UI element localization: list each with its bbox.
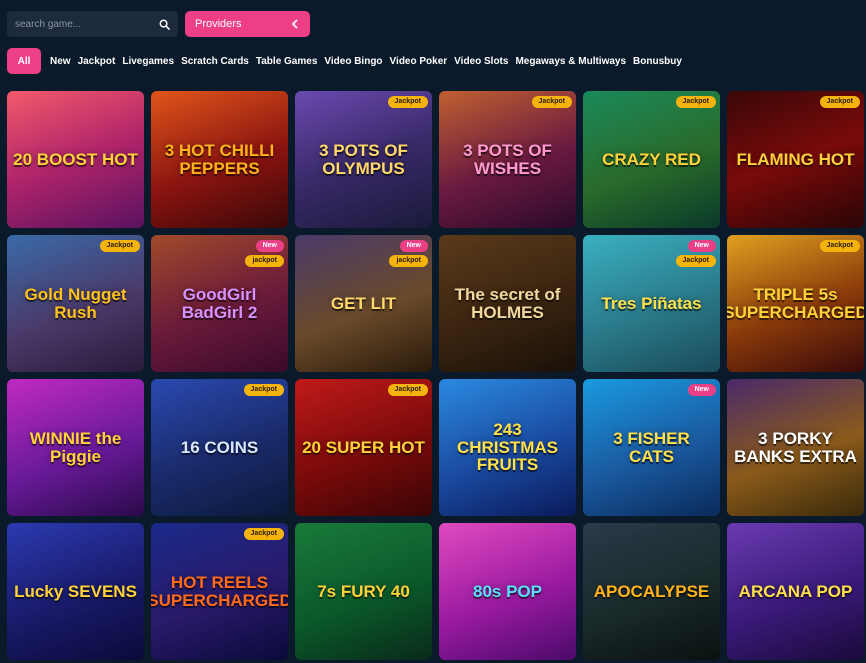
game-title: Gold Nugget Rush	[24, 284, 127, 322]
game-title: GET LIT	[330, 293, 397, 313]
providers-label: Providers	[195, 18, 242, 30]
game-card[interactable]: HOT REELS SUPERCHARGED Jackpot	[151, 523, 288, 660]
game-card[interactable]: Tres Piñatas New Jackpot	[583, 235, 720, 372]
new-badge: New	[255, 240, 284, 252]
game-card[interactable]: 20 SUPER HOT Jackpot	[295, 379, 432, 516]
new-badge: New	[687, 240, 716, 252]
jackpot-badge: Jackpot	[675, 96, 716, 108]
game-grid: 20 BOOST HOT 3 HOT CHILLI PEPPERS 3 POTS O…	[7, 91, 864, 660]
game-card[interactable]: 80s POP	[439, 523, 576, 660]
jackpot-badge: Jackpot	[99, 240, 140, 252]
tab-scratch-cards[interactable]: Scratch Cards	[181, 56, 249, 67]
game-title: 20 SUPER HOT	[302, 437, 425, 457]
game-card[interactable]: 3 PORKY BANKS EXTRA	[727, 379, 864, 516]
game-card[interactable]: 7s FURY 40	[295, 523, 432, 660]
jackpot-badge: jackpot	[389, 255, 428, 267]
tab-jackpot[interactable]: Jackpot	[78, 56, 116, 67]
tab-megaways-multiways[interactable]: Megaways & Multiways	[515, 56, 626, 67]
new-badge: New	[399, 240, 428, 252]
game-card[interactable]: APOCALYPSE	[583, 523, 720, 660]
game-card[interactable]: 3 HOT CHILLI PEPPERS	[151, 91, 288, 228]
category-tabs: All New Jackpot Livegames Scratch Cards Table…	[7, 48, 689, 74]
search-box[interactable]	[7, 11, 178, 37]
top-bar: Providers	[7, 11, 310, 37]
game-title: 80s POP	[473, 581, 542, 601]
jackpot-badge: Jackpot	[675, 255, 716, 267]
game-title: 3 POTS OF OLYMPUS	[319, 140, 408, 178]
jackpot-badge: jackpot	[245, 255, 284, 267]
tab-video-poker[interactable]: Video Poker	[390, 56, 448, 67]
game-title: 3 FISHER CATS	[613, 428, 690, 466]
jackpot-badge: Jackpot	[819, 96, 860, 108]
game-card[interactable]: FLAMING HOT Jackpot	[727, 91, 864, 228]
game-card[interactable]: TRIPLE 5s SUPERCHARGED Jackpot	[727, 235, 864, 372]
game-card[interactable]: Gold Nugget Rush Jackpot	[7, 235, 144, 372]
game-title: GoodGirl BadGirl 2	[181, 284, 258, 322]
game-card[interactable]: GET LIT New jackpot	[295, 235, 432, 372]
game-title: 3 HOT CHILLI PEPPERS	[164, 140, 275, 178]
game-card[interactable]: 3 POTS OF OLYMPUS Jackpot	[295, 91, 432, 228]
game-title: ARCANA POP	[738, 581, 853, 601]
jackpot-badge: Jackpot	[819, 240, 860, 252]
game-card[interactable]: CRAZY RED Jackpot	[583, 91, 720, 228]
game-title: The secret of HOLMES	[454, 284, 561, 322]
game-title: 16 COINS	[180, 437, 259, 457]
jackpot-badge: Jackpot	[243, 384, 284, 396]
tab-bonusbuy[interactable]: Bonusbuy	[633, 56, 682, 67]
game-title: WINNIE the Piggie	[29, 428, 122, 466]
jackpot-badge: Jackpot	[387, 384, 428, 396]
game-title: 3 PORKY BANKS EXTRA	[734, 428, 857, 466]
game-card[interactable]: Lucky SEVENS	[7, 523, 144, 660]
tab-livegames[interactable]: Livegames	[122, 56, 174, 67]
game-card[interactable]: GoodGirl BadGirl 2 New jackpot	[151, 235, 288, 372]
jackpot-badge: Jackpot	[531, 96, 572, 108]
game-card[interactable]: 243 CHRISTMAS FRUITS	[439, 379, 576, 516]
game-title: Lucky SEVENS	[14, 581, 137, 601]
search-input[interactable]	[15, 18, 145, 30]
game-title: 20 BOOST HOT	[13, 149, 138, 169]
game-title: 7s FURY 40	[317, 581, 410, 601]
search-icon[interactable]	[158, 18, 170, 30]
tab-new[interactable]: New	[50, 56, 71, 67]
tab-all[interactable]: All	[7, 48, 41, 74]
tab-video-slots[interactable]: Video Slots	[454, 56, 508, 67]
game-card[interactable]: ARCANA POP	[727, 523, 864, 660]
game-title: HOT REELS SUPERCHARGED	[151, 572, 288, 610]
game-title: APOCALYPSE	[593, 581, 710, 601]
game-title: FLAMING HOT	[736, 149, 855, 169]
tab-video-bingo[interactable]: Video Bingo	[324, 56, 382, 67]
jackpot-badge: Jackpot	[243, 528, 284, 540]
providers-dropdown[interactable]: Providers	[185, 11, 310, 37]
game-card[interactable]: The secret of HOLMES	[439, 235, 576, 372]
game-title: Tres Piñatas	[601, 293, 702, 313]
game-card[interactable]: 3 POTS OF WISHES Jackpot	[439, 91, 576, 228]
chevron-left-icon	[290, 19, 300, 29]
game-card[interactable]: 16 COINS Jackpot	[151, 379, 288, 516]
jackpot-badge: Jackpot	[387, 96, 428, 108]
game-card[interactable]: 20 BOOST HOT	[7, 91, 144, 228]
game-title: TRIPLE 5s SUPERCHARGED	[727, 284, 864, 322]
game-title: 243 CHRISTMAS FRUITS	[456, 419, 559, 475]
new-badge: New	[687, 384, 716, 396]
tab-table-games[interactable]: Table Games	[256, 56, 318, 67]
game-card[interactable]: WINNIE the Piggie	[7, 379, 144, 516]
game-title: CRAZY RED	[602, 149, 701, 169]
game-card[interactable]: 3 FISHER CATS New	[583, 379, 720, 516]
game-title: 3 POTS OF WISHES	[463, 140, 552, 178]
